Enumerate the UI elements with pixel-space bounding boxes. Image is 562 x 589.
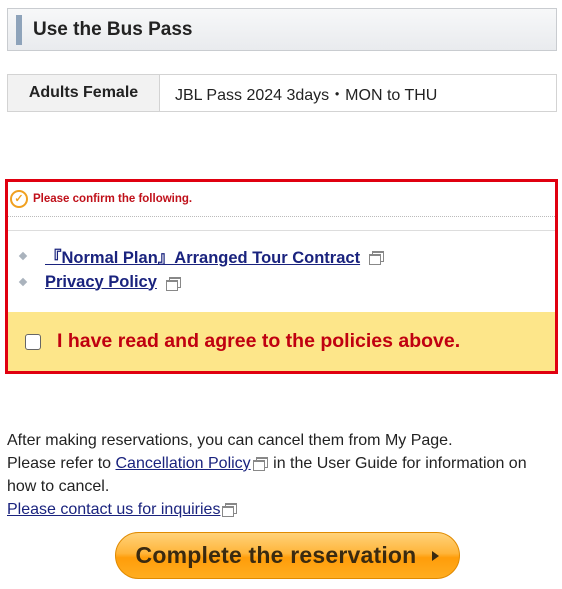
contact-link[interactable]: Please contact us for inquiries — [7, 501, 220, 518]
bullet-icon — [18, 277, 28, 287]
info-line-contact: Please contact us for inquiries — [7, 498, 557, 521]
section-header: Use the Bus Pass — [7, 8, 557, 51]
external-window-icon — [222, 503, 238, 517]
external-window-icon — [252, 457, 268, 471]
confirm-heading-label: Please confirm the following. — [33, 193, 193, 205]
check-circle-icon: ✓ — [10, 190, 28, 208]
agree-label[interactable]: I have read and agree to the policies ab… — [57, 330, 460, 353]
external-window-icon — [165, 276, 181, 291]
confirm-heading: ✓ Please confirm the following. — [8, 182, 555, 217]
passenger-category: Adults Female — [8, 75, 160, 111]
policy-link-list: 『Normal Plan』Arranged Tour Contract Priv… — [8, 231, 555, 295]
page-title: Use the Bus Pass — [33, 18, 193, 40]
info-line-refer: Please refer to Cancellation Policy in t… — [7, 452, 557, 498]
info-text: Please refer to — [7, 455, 116, 472]
pass-name: JBL Pass 2024 3days・MON to THU — [175, 87, 438, 104]
list-item: Privacy Policy — [18, 269, 555, 295]
complete-reservation-button[interactable]: Complete the reservation — [115, 532, 460, 579]
list-item: 『Normal Plan』Arranged Tour Contract — [18, 243, 555, 269]
arrow-right-icon — [432, 550, 440, 561]
header-accent-bar — [16, 14, 22, 45]
complete-reservation-label: Complete the reservation — [135, 542, 417, 568]
confirm-box: ✓ Please confirm the following. 『Normal … — [5, 179, 558, 374]
agree-band[interactable]: I have read and agree to the policies ab… — [8, 312, 555, 371]
pass-summary-row: Adults Female JBL Pass 2024 3days・MON to… — [7, 74, 557, 112]
privacy-policy-link[interactable]: Privacy Policy — [45, 273, 157, 292]
external-window-icon — [369, 250, 385, 265]
agree-checkbox[interactable] — [25, 333, 41, 350]
tour-contract-link[interactable]: 『Normal Plan』Arranged Tour Contract — [45, 244, 360, 268]
info-line-cancel: After making reservations, you can cance… — [7, 432, 453, 449]
reservation-info: After making reservations, you can cance… — [7, 429, 557, 521]
cancellation-policy-link[interactable]: Cancellation Policy — [116, 455, 251, 472]
divider — [8, 217, 555, 231]
bullet-icon — [18, 251, 28, 261]
